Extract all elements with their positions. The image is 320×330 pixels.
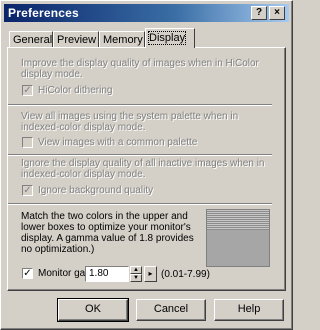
gamma-range-label: (0.01-7.99) bbox=[161, 269, 210, 280]
gamma-description: Match the two colors in the upper and lo… bbox=[21, 211, 194, 255]
check-icon: ✓ bbox=[23, 185, 32, 196]
tab-memory-label: Memory bbox=[103, 34, 143, 46]
close-button[interactable]: × bbox=[269, 6, 285, 20]
tab-memory[interactable]: Memory bbox=[99, 31, 145, 48]
tab-general-label: General bbox=[13, 34, 53, 46]
tab-preview[interactable]: Preview bbox=[53, 31, 99, 48]
spin-up-icon[interactable]: ▲ bbox=[130, 266, 142, 274]
ignore-background-label: Ignore background quality bbox=[38, 185, 154, 196]
section-divider bbox=[8, 104, 272, 106]
gamma-test-swatch bbox=[206, 209, 270, 267]
gamma-arrow-button[interactable]: ▸ bbox=[144, 266, 157, 282]
title-bar[interactable]: Preferences ? × bbox=[4, 4, 289, 22]
gamma-spinner: ▲ ▼ bbox=[130, 266, 142, 282]
monitor-gamma-checkbox[interactable]: ✓ bbox=[22, 268, 33, 279]
tab-display-label: Display bbox=[147, 31, 187, 45]
section-divider bbox=[8, 154, 272, 156]
cancel-button[interactable]: Cancel bbox=[136, 299, 206, 321]
tab-display[interactable]: Display bbox=[145, 28, 195, 48]
window-title: Preferences bbox=[8, 6, 79, 20]
help-button[interactable]: Help bbox=[214, 299, 284, 321]
hicolor-dithering-label: HiColor dithering bbox=[38, 85, 113, 96]
palette-description: View all images using the system palette… bbox=[21, 111, 239, 133]
gamma-value-input[interactable]: 1.80 bbox=[85, 266, 129, 282]
spin-down-icon[interactable]: ▼ bbox=[130, 274, 142, 282]
gamma-lower-box bbox=[207, 230, 269, 266]
ok-button[interactable]: OK bbox=[57, 298, 129, 322]
preferences-dialog: Preferences ? × General Preview Memory D… bbox=[0, 0, 293, 330]
hicolor-dithering-checkbox[interactable]: ✓ bbox=[22, 85, 33, 96]
tab-preview-label: Preview bbox=[57, 34, 97, 46]
help-title-button[interactable]: ? bbox=[251, 6, 267, 20]
hicolor-description: Improve the display quality of images wh… bbox=[21, 58, 259, 80]
common-palette-label: View images with a common palette bbox=[38, 137, 198, 148]
ignore-background-checkbox[interactable]: ✓ bbox=[22, 185, 33, 196]
common-palette-checkbox[interactable] bbox=[22, 137, 33, 148]
section-divider bbox=[8, 203, 272, 205]
check-icon: ✓ bbox=[23, 85, 32, 96]
background-description: Ignore the display quality of all inacti… bbox=[21, 158, 265, 180]
check-icon: ✓ bbox=[23, 268, 32, 279]
tab-general[interactable]: General bbox=[9, 31, 53, 48]
